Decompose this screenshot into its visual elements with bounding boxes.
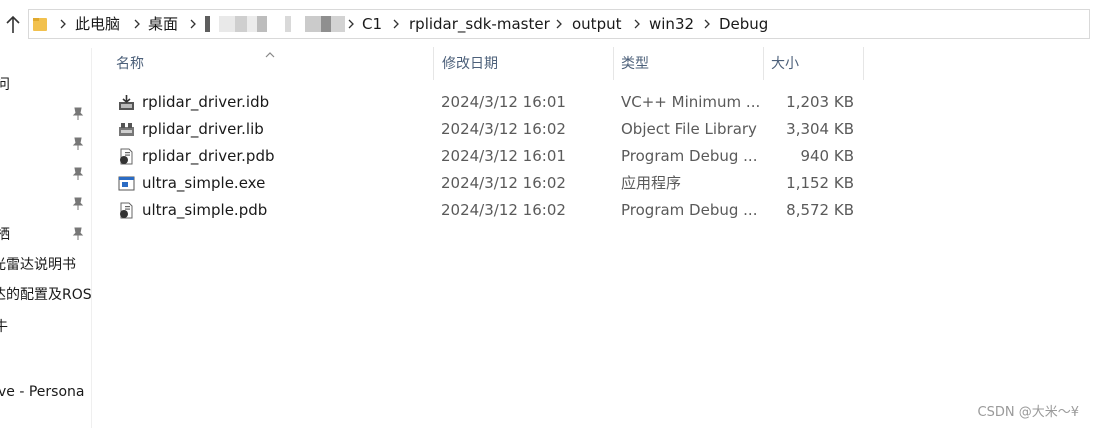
file-name: rplidar_driver.lib bbox=[142, 120, 264, 138]
pin-icon[interactable] bbox=[72, 196, 84, 210]
chevron-right-icon[interactable] bbox=[133, 10, 141, 38]
file-row[interactable]: ultra_simple.pdb 2024/3/12 16:02 Program… bbox=[108, 197, 868, 224]
file-date: 2024/3/12 16:01 bbox=[441, 147, 566, 165]
file-row[interactable]: rplidar_driver.idb 2024/3/12 16:01 VC++ … bbox=[108, 89, 868, 116]
file-name: rplidar_driver.idb bbox=[142, 93, 270, 111]
file-row[interactable]: rplidar_driver.lib 2024/3/12 16:02 Objec… bbox=[108, 116, 868, 143]
idb-file-icon bbox=[118, 94, 135, 111]
chevron-right-icon[interactable] bbox=[59, 10, 67, 38]
breadcrumb-this-pc[interactable]: 此电脑 bbox=[75, 10, 120, 38]
breadcrumb-redacted bbox=[205, 16, 355, 32]
column-header-type[interactable]: 类型 bbox=[615, 52, 762, 80]
lib-file-icon bbox=[118, 121, 135, 138]
pdb-file-icon bbox=[118, 148, 135, 165]
breadcrumb-win32[interactable]: win32 bbox=[649, 10, 694, 38]
file-date: 2024/3/12 16:02 bbox=[441, 201, 566, 219]
chevron-right-icon[interactable] bbox=[189, 10, 197, 38]
breadcrumb-c1[interactable]: C1 bbox=[362, 10, 382, 38]
column-divider[interactable] bbox=[763, 47, 764, 80]
breadcrumb-debug[interactable]: Debug bbox=[719, 10, 768, 38]
pin-icon[interactable] bbox=[72, 226, 84, 240]
file-type: Program Debug ... bbox=[621, 201, 758, 219]
file-row[interactable]: ultra_simple.exe 2024/3/12 16:02 应用程序 1,… bbox=[108, 170, 868, 197]
nav-item[interactable]: 牛 bbox=[0, 316, 8, 336]
nav-item-onedrive[interactable]: ve - Persona bbox=[0, 384, 84, 400]
sort-ascending-icon bbox=[264, 44, 276, 58]
breadcrumb-rplidar-sdk-master[interactable]: rplidar_sdk-master bbox=[409, 10, 550, 38]
chevron-right-icon[interactable] bbox=[392, 10, 400, 38]
address-bar[interactable]: 此电脑 桌面 C1 rplidar_sdk-master output win3… bbox=[28, 9, 1090, 39]
breadcrumb-desktop[interactable]: 桌面 bbox=[148, 10, 178, 38]
file-type: Object File Library bbox=[621, 120, 757, 138]
column-divider[interactable] bbox=[433, 47, 434, 80]
column-header-size[interactable]: 大小 bbox=[765, 52, 863, 80]
watermark: CSDN @大米～¥ bbox=[977, 405, 1079, 420]
chevron-right-icon[interactable] bbox=[633, 10, 641, 38]
file-size: 1,152 KB bbox=[786, 174, 854, 192]
file-type: 应用程序 bbox=[621, 174, 682, 192]
breadcrumb-output[interactable]: output bbox=[572, 10, 621, 38]
file-name: rplidar_driver.pdb bbox=[142, 147, 275, 165]
column-header-name[interactable]: 名称 bbox=[110, 52, 433, 80]
folder-icon bbox=[33, 16, 47, 32]
pdb-file-icon bbox=[118, 202, 135, 219]
file-row[interactable]: rplidar_driver.pdb 2024/3/12 16:01 Progr… bbox=[108, 143, 868, 170]
nav-item[interactable]: 光雷达说明书 bbox=[0, 254, 76, 274]
file-date: 2024/3/12 16:01 bbox=[441, 93, 566, 111]
file-size: 1,203 KB bbox=[786, 93, 854, 111]
nav-item[interactable]: 问 bbox=[0, 74, 10, 94]
file-type: Program Debug ... bbox=[621, 147, 758, 165]
file-size: 3,304 KB bbox=[786, 120, 854, 138]
nav-item[interactable]: 栖 bbox=[0, 224, 10, 244]
nav-item[interactable]: 达的配置及ROS bbox=[0, 284, 91, 304]
column-header-date[interactable]: 修改日期 bbox=[436, 52, 612, 80]
column-divider[interactable] bbox=[613, 47, 614, 80]
file-name: ultra_simple.exe bbox=[142, 174, 266, 192]
pin-icon[interactable] bbox=[72, 166, 84, 180]
file-date: 2024/3/12 16:02 bbox=[441, 120, 566, 138]
up-arrow-icon[interactable] bbox=[3, 14, 23, 36]
file-name: ultra_simple.pdb bbox=[142, 201, 268, 219]
file-size: 940 KB bbox=[800, 147, 854, 165]
navigation-pane: 问 栖 光雷达说明书 达的配置及ROS 牛 ve - Persona bbox=[0, 48, 92, 428]
address-bar-row: 此电脑 桌面 C1 rplidar_sdk-master output win3… bbox=[0, 0, 1093, 48]
pin-icon[interactable] bbox=[72, 106, 84, 120]
pin-icon[interactable] bbox=[72, 136, 84, 150]
file-size: 8,572 KB bbox=[786, 201, 854, 219]
chevron-right-icon[interactable] bbox=[555, 10, 563, 38]
chevron-right-icon[interactable] bbox=[703, 10, 711, 38]
file-date: 2024/3/12 16:02 bbox=[441, 174, 566, 192]
chevron-right-icon[interactable] bbox=[347, 10, 355, 38]
file-type: VC++ Minimum ... bbox=[621, 93, 761, 111]
column-divider[interactable] bbox=[863, 47, 864, 80]
exe-file-icon bbox=[118, 175, 135, 192]
